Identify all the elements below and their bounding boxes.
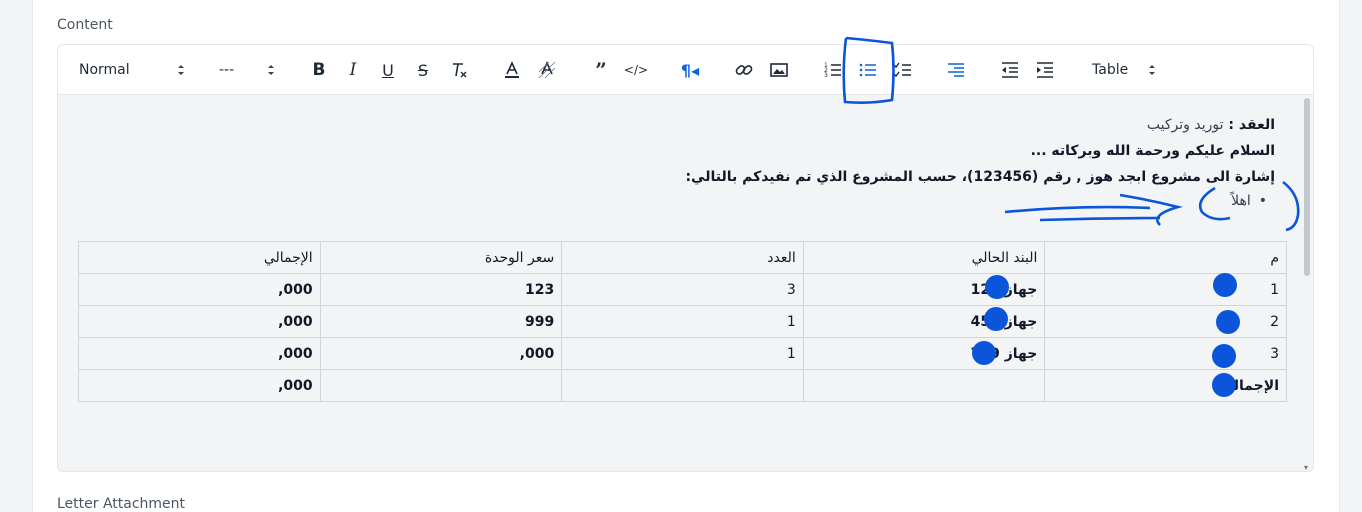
table-cell: 000, [78, 273, 321, 306]
header-select-value: Normal [79, 62, 130, 78]
size-select-value: --- [219, 62, 235, 78]
blockquote-icon[interactable]: ” [590, 57, 612, 83]
table-header-cell: م [1044, 241, 1287, 274]
reference-line: إشارة الى مشروع ابجد هوز , رقم (123456)،… [685, 169, 1275, 185]
outdent-icon[interactable] [999, 57, 1021, 83]
svg-text:3: 3 [824, 72, 828, 79]
table-header-cell: العدد [561, 241, 804, 274]
redaction-dot [984, 307, 1008, 331]
table-header-cell: سعر الوحدة [319, 241, 563, 274]
redaction-dot [1213, 273, 1237, 297]
table-row: 2 جهاز 456 1 999 000, [78, 305, 1287, 338]
table-cell: 3 [1044, 337, 1287, 370]
scroll-down-icon[interactable]: ▾ [1304, 463, 1310, 471]
header-select[interactable]: Normal [79, 57, 185, 83]
updown-icon [1149, 65, 1155, 75]
background-color-icon[interactable] [536, 57, 558, 83]
ordered-list-icon[interactable]: 123 [822, 57, 844, 83]
table-cell [561, 369, 804, 402]
content-label: Content [57, 17, 113, 33]
table-cell: جهاز 456 [802, 305, 1046, 338]
table-cell: 999 [319, 305, 563, 338]
strikethrough-icon[interactable]: S [413, 57, 433, 83]
align-right-icon[interactable] [945, 57, 967, 83]
check-list-icon[interactable] [892, 57, 914, 83]
updown-icon [178, 65, 184, 75]
contract-line: العقد : توريد وتركيب [1147, 117, 1275, 133]
table-cell: 123 [319, 273, 563, 306]
rich-text-editor[interactable]: Normal --- B I U S ” </> ¶◂ 123 Table ال… [57, 44, 1314, 472]
table-cell [802, 369, 1046, 402]
scrollbar-thumb[interactable] [1304, 98, 1310, 276]
redaction-dot [985, 275, 1009, 299]
clear-format-icon[interactable] [448, 57, 470, 83]
table-cell: 1 [561, 337, 804, 370]
redaction-dot [1212, 373, 1236, 397]
table-cell: 000, [78, 369, 321, 402]
redaction-dot [1212, 344, 1236, 368]
table-cell: الإجمالي [1044, 369, 1287, 402]
table-cell: 000, [78, 337, 321, 370]
font-color-icon[interactable] [501, 57, 523, 83]
text-direction-icon[interactable]: ¶◂ [678, 57, 702, 83]
table-select[interactable]: Table [1092, 57, 1156, 83]
bullet-list-item: اهلاً [1231, 193, 1267, 209]
code-icon[interactable]: </> [624, 57, 648, 83]
table-cell: 1 [1044, 273, 1287, 306]
table-cell: 1 [561, 305, 804, 338]
table-row: 3 جهاز 789 1 000, 000, [78, 337, 1287, 370]
bullet-list-icon[interactable] [857, 57, 879, 83]
underline-icon[interactable]: U [378, 57, 398, 83]
table-cell: 3 [561, 273, 804, 306]
table-header-cell: الإجمالي [78, 241, 321, 274]
table-cell: 000, [319, 337, 563, 370]
redaction-dot [972, 341, 996, 365]
editor-content[interactable]: العقد : توريد وتركيب السلام عليكم ورحمة … [58, 96, 1303, 471]
table-row: الإجمالي 000, [78, 369, 1287, 402]
contract-value: توريد وتركيب [1146, 117, 1224, 133]
editor-toolbar: Normal --- B I U S ” </> ¶◂ 123 Table [58, 45, 1313, 95]
table-select-value: Table [1092, 62, 1129, 78]
redaction-dot [1216, 310, 1240, 334]
table-header-cell: البند الحالي [802, 241, 1046, 274]
letter-attachment-label: Letter Attachment [57, 496, 186, 512]
size-select[interactable]: --- [219, 57, 275, 83]
items-table: م البند الحالي العدد سعر الوحدة الإجمالي… [78, 241, 1287, 402]
table-cell: 000, [78, 305, 321, 338]
bold-icon[interactable]: B [309, 57, 329, 83]
image-icon[interactable] [768, 57, 790, 83]
indent-icon[interactable] [1034, 57, 1056, 83]
table-cell [319, 369, 563, 402]
updown-icon [268, 65, 274, 75]
link-icon[interactable] [733, 57, 755, 83]
italic-icon[interactable]: I [343, 57, 363, 83]
table-header-row: م البند الحالي العدد سعر الوحدة الإجمالي [78, 241, 1287, 274]
table-cell: جهاز 789 [802, 337, 1046, 370]
contract-label: العقد : [1228, 117, 1275, 133]
table-cell: 2 [1044, 305, 1287, 338]
greeting-line: السلام عليكم ورحمة الله وبركاته ... [1030, 143, 1275, 159]
table-row: 1 جهاز 123 3 123 000, [78, 273, 1287, 306]
